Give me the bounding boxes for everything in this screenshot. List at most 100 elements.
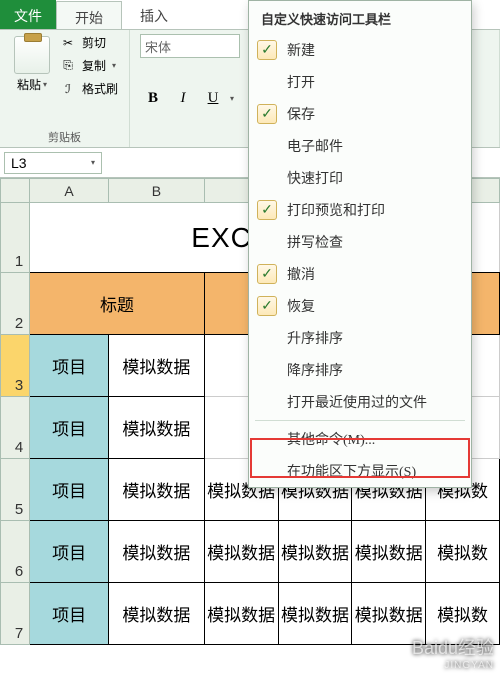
qat-item-label: 降序排序 (287, 360, 343, 380)
project-cell[interactable]: 项目 (30, 459, 109, 521)
data-cell[interactable]: 模拟数 (426, 583, 500, 645)
qat-item-label: 拼写检查 (287, 232, 343, 252)
select-all-corner[interactable] (1, 179, 30, 203)
italic-button[interactable]: I (170, 87, 196, 111)
copy-icon: ⎘ (60, 58, 76, 74)
data-cell[interactable]: 模拟数据 (352, 521, 426, 583)
row-header-5[interactable]: 5 (1, 459, 30, 521)
qat-item-2[interactable]: ✓ 保存 (249, 98, 471, 130)
group-title-clipboard: 剪贴板 (10, 129, 119, 145)
row-header-1[interactable]: 1 (1, 203, 30, 273)
paste-label: 粘贴 (17, 76, 41, 93)
format-painter-button[interactable]: ℐ 格式刷 (60, 80, 118, 97)
row-header-2[interactable]: 2 (1, 273, 30, 335)
qat-item-7[interactable]: ✓ 撤消 (249, 258, 471, 290)
qat-item-4[interactable]: 快速打印 (249, 162, 471, 194)
qat-item-label: 升序排序 (287, 328, 343, 348)
blank-check (257, 232, 277, 252)
data-cell[interactable]: 模拟数据 (352, 583, 426, 645)
qat-item-label: 打印预览和打印 (287, 200, 385, 220)
qat-item-6[interactable]: 拼写检查 (249, 226, 471, 258)
check-icon: ✓ (257, 40, 277, 60)
data-cell[interactable]: 模拟数据 (109, 583, 205, 645)
copy-label: 复制 (82, 57, 106, 74)
cut-label: 剪切 (82, 34, 106, 51)
qat-item-label: 快速打印 (287, 168, 343, 188)
cut-button[interactable]: ✂ 剪切 (60, 34, 118, 51)
data-cell[interactable]: 模拟数据 (109, 335, 205, 397)
qat-show-below-label: 在功能区下方显示(S) (287, 461, 416, 481)
qat-item-8[interactable]: ✓ 恢复 (249, 290, 471, 322)
check-icon: ✓ (257, 264, 277, 284)
brush-icon: ℐ (60, 81, 76, 97)
chevron-down-icon: ▾ (230, 94, 234, 103)
qat-more-commands-label: 其他命令(M)... (287, 429, 375, 449)
tab-home[interactable]: 开始 (56, 1, 122, 29)
qat-item-1[interactable]: 打开 (249, 66, 471, 98)
blank-check (257, 72, 277, 92)
tab-file[interactable]: 文件 (0, 0, 56, 29)
qat-item-label: 电子邮件 (287, 136, 343, 156)
qat-item-10[interactable]: 降序排序 (249, 354, 471, 386)
project-cell[interactable]: 项目 (30, 397, 109, 459)
blank-check (257, 429, 277, 449)
blank-check (257, 461, 277, 481)
data-cell[interactable]: 模拟数据 (109, 459, 205, 521)
qat-item-0[interactable]: ✓ 新建 (249, 34, 471, 66)
group-clipboard: 粘贴▾ ✂剪切 ⎘复制▾ ℐ格式刷 剪贴板 (0, 30, 130, 147)
qat-item-3[interactable]: 电子邮件 (249, 130, 471, 162)
qat-menu-title: 自定义快速访问工具栏 (249, 1, 471, 34)
menu-separator (255, 420, 465, 421)
header-cell[interactable]: 标题 (30, 273, 205, 335)
qat-item-label: 新建 (287, 40, 315, 60)
bold-button[interactable]: B (140, 87, 166, 111)
chevron-down-icon: ▾ (112, 61, 116, 70)
check-icon: ✓ (257, 200, 277, 220)
name-box-value: L3 (11, 155, 27, 171)
blank-check (257, 168, 277, 188)
data-cell[interactable]: 模拟数据 (204, 521, 278, 583)
row-header-3[interactable]: 3 (1, 335, 30, 397)
qat-item-label: 恢复 (287, 296, 315, 316)
qat-item-11[interactable]: 打开最近使用过的文件 (249, 386, 471, 418)
qat-more-commands[interactable]: 其他命令(M)... (249, 423, 471, 455)
paste-icon (14, 36, 50, 74)
project-cell[interactable]: 项目 (30, 583, 109, 645)
font-family-combo[interactable]: 宋体 (140, 34, 240, 58)
qat-item-label: 打开最近使用过的文件 (287, 392, 427, 412)
chevron-down-icon: ▾ (91, 158, 95, 167)
qat-item-label: 撤消 (287, 264, 315, 284)
scissors-icon: ✂ (60, 35, 76, 51)
qat-customize-menu: 自定义快速访问工具栏 ✓ 新建打开 ✓ 保存电子邮件快速打印 ✓ 打印预览和打印拼写检查 ✓… (248, 0, 472, 488)
format-painter-label: 格式刷 (82, 80, 118, 97)
font-family-value: 宋体 (145, 37, 171, 56)
qat-show-below[interactable]: 在功能区下方显示(S) (249, 455, 471, 487)
row-header-7[interactable]: 7 (1, 583, 30, 645)
copy-button[interactable]: ⎘ 复制 ▾ (60, 57, 118, 74)
underline-button[interactable]: U (200, 87, 226, 111)
name-box[interactable]: L3 ▾ (4, 152, 102, 174)
data-cell[interactable]: 模拟数据 (204, 583, 278, 645)
blank-check (257, 392, 277, 412)
qat-item-5[interactable]: ✓ 打印预览和打印 (249, 194, 471, 226)
check-icon: ✓ (257, 104, 277, 124)
row-header-6[interactable]: 6 (1, 521, 30, 583)
data-cell[interactable]: 模拟数据 (109, 397, 205, 459)
qat-item-9[interactable]: 升序排序 (249, 322, 471, 354)
project-cell[interactable]: 项目 (30, 335, 109, 397)
blank-check (257, 360, 277, 380)
project-cell[interactable]: 项目 (30, 521, 109, 583)
col-header-a[interactable]: A (30, 179, 109, 203)
data-cell[interactable]: 模拟数据 (109, 521, 205, 583)
blank-check (257, 136, 277, 156)
chevron-down-icon: ▾ (43, 80, 47, 89)
col-header-b[interactable]: B (109, 179, 205, 203)
data-cell[interactable]: 模拟数据 (278, 583, 352, 645)
paste-button[interactable]: 粘贴▾ (10, 34, 54, 97)
data-cell[interactable]: 模拟数 (426, 521, 500, 583)
row-header-4[interactable]: 4 (1, 397, 30, 459)
data-cell[interactable]: 模拟数据 (278, 521, 352, 583)
qat-item-label: 保存 (287, 104, 315, 124)
check-icon: ✓ (257, 296, 277, 316)
tab-insert[interactable]: 插入 (122, 0, 186, 29)
